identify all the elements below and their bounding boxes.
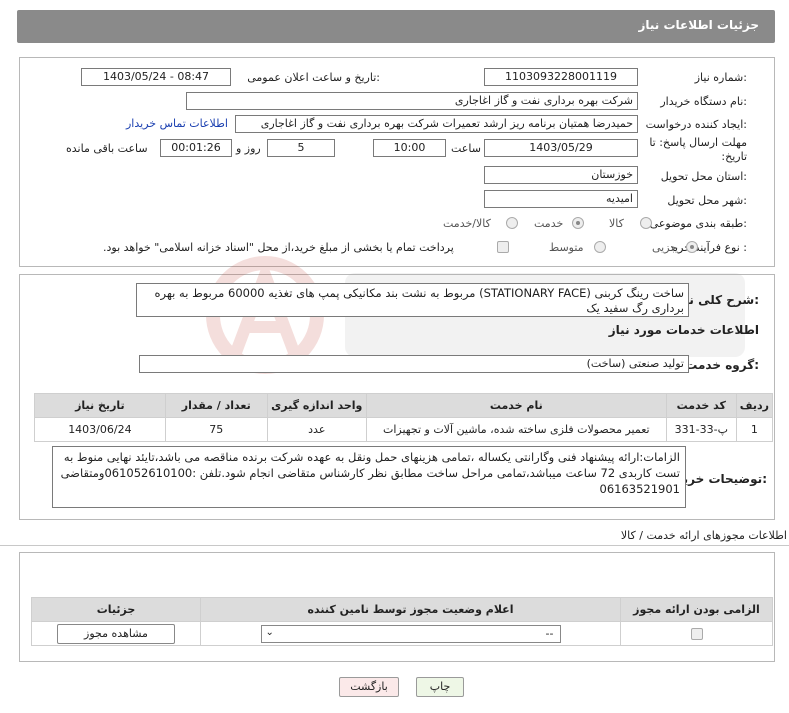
permits-table: الزامی بودن ارائه مجوز اعلام وضعیت مجوز … bbox=[31, 597, 773, 646]
cell-row: 1 bbox=[735, 417, 774, 442]
cell-quantity: 75 bbox=[164, 417, 268, 442]
permit-status-select[interactable]: -- ⌄ bbox=[260, 624, 561, 643]
buyer-notes-field: الزامات:ارائه پیشنهاد فنی وگارانتی یکسال… bbox=[52, 446, 686, 508]
permit-required-checkbox[interactable] bbox=[690, 628, 703, 640]
cell-need-date: 1403/06/24 bbox=[34, 417, 166, 442]
province-label: استان محل تحویل: bbox=[660, 170, 747, 183]
creator-label: ایجاد کننده درخواست: bbox=[645, 118, 747, 131]
buyer-contact-link[interactable]: اطلاعات تماس خریدار bbox=[126, 117, 228, 130]
deadline-date-field: 1403/05/29 bbox=[484, 139, 638, 157]
col-permit-status: اعلام وضعیت مجوز توسط نامین کننده bbox=[200, 597, 621, 622]
chevron-down-icon: ⌄ bbox=[265, 626, 274, 638]
remaining-time-field: 00:01:26 bbox=[160, 139, 232, 157]
service-group-field: تولید صنعتی (ساخت) bbox=[139, 355, 689, 373]
page-title: جزئیات اطلاعات نیاز bbox=[638, 18, 759, 32]
process-radio-partial[interactable] bbox=[686, 241, 698, 253]
col-quantity: تعداد / مقدار bbox=[164, 393, 268, 418]
process-option-partial: جزیی bbox=[652, 241, 678, 254]
permits-title: اطلاعات مجوزهای ارائه خدمت / کالا bbox=[620, 529, 787, 542]
cell-service-code: پ-33-331 bbox=[665, 417, 737, 442]
category-label: طبقه بندی موضوعی: bbox=[649, 217, 747, 230]
announce-field: 1403/05/24 - 08:47 bbox=[81, 68, 231, 86]
cell-permit-details: مشاهده مجوز bbox=[31, 621, 201, 646]
col-service-name: نام خدمت bbox=[365, 393, 667, 418]
days-label: روز و bbox=[236, 142, 261, 155]
col-service-code: کد خدمت bbox=[665, 393, 737, 418]
permit-status-value: -- bbox=[545, 626, 554, 640]
announce-label: تاریخ و ساعت اعلان عمومی: bbox=[247, 71, 380, 84]
services-table-header: ردیف کد خدمت نام خدمت واحد اندازه گیری ت… bbox=[34, 393, 774, 418]
cell-service-name: تعمیر محصولات فلزی ساخته شده، ماشین آلات… bbox=[365, 417, 667, 442]
category-radio-service[interactable] bbox=[572, 217, 584, 229]
services-table: ردیف کد خدمت نام خدمت واحد اندازه گیری ت… bbox=[34, 393, 774, 442]
creator-field: حمیدرضا همتیان برنامه ریز ارشد تعمیرات ش… bbox=[235, 115, 638, 133]
print-button[interactable]: چاپ bbox=[416, 677, 464, 697]
province-field: خوزستان bbox=[484, 166, 638, 184]
services-title: اطلاعات خدمات مورد نیاز bbox=[608, 323, 759, 337]
need-number-label: شماره نیاز: bbox=[694, 71, 747, 84]
cell-unit: عدد bbox=[266, 417, 367, 442]
treasury-checkbox[interactable] bbox=[497, 241, 509, 253]
permits-divider bbox=[0, 545, 789, 546]
description-field: ساخت رینگ کربنی (STATIONARY FACE) مربوط … bbox=[136, 283, 689, 317]
col-permit-details: جزئیات bbox=[31, 597, 201, 622]
cell-permit-required bbox=[620, 621, 773, 646]
need-number-field: 1103093228001119 bbox=[484, 68, 638, 86]
city-label: شهر محل تحویل: bbox=[667, 194, 747, 207]
buyer-label: نام دستگاه خریدار: bbox=[660, 95, 747, 108]
city-field: امیدیه bbox=[484, 190, 638, 208]
deadline-label: مهلت ارسال پاسخ: تا تاریخ: bbox=[649, 136, 747, 163]
service-group-label: گروه خدمت: bbox=[685, 358, 759, 372]
page-header: جزئیات اطلاعات نیاز bbox=[17, 10, 775, 43]
process-label: نوع فرآیند خرید : bbox=[669, 241, 747, 254]
category-option-goods: کالا bbox=[609, 217, 624, 230]
table-row: 1 پ-33-331 تعمیر محصولات فلزی ساخته شده،… bbox=[34, 417, 774, 442]
back-button[interactable]: بازگشت bbox=[339, 677, 399, 697]
process-radio-medium[interactable] bbox=[594, 241, 606, 253]
category-option-service: خدمت bbox=[534, 217, 564, 230]
col-need-date: تاریخ نیاز bbox=[34, 393, 166, 418]
permits-table-header: الزامی بودن ارائه مجوز اعلام وضعیت مجوز … bbox=[31, 597, 773, 622]
category-option-goods-service: کالا/خدمت bbox=[443, 217, 491, 230]
view-permit-button[interactable]: مشاهده مجوز bbox=[57, 623, 175, 644]
buyer-field: شرکت بهره برداری نفت و گاز اغاجاری bbox=[186, 92, 638, 110]
col-permit-required: الزامی بودن ارائه مجوز bbox=[620, 597, 773, 622]
services-grid: ردیف کد خدمت نام خدمت واحد اندازه گیری ت… bbox=[34, 393, 774, 442]
process-option-medium: متوسط bbox=[549, 241, 584, 254]
col-row: ردیف bbox=[735, 393, 774, 418]
category-radio-goods[interactable] bbox=[640, 217, 652, 229]
cell-permit-status: -- ⌄ bbox=[200, 621, 621, 646]
deadline-time-field: 10:00 bbox=[373, 139, 446, 157]
category-radio-goods-service[interactable] bbox=[506, 217, 518, 229]
permits-grid: الزامی بودن ارائه مجوز اعلام وضعیت مجوز … bbox=[31, 597, 773, 646]
deadline-time-label: ساعت bbox=[451, 142, 481, 155]
days-field: 5 bbox=[267, 139, 335, 157]
col-unit: واحد اندازه گیری bbox=[266, 393, 367, 418]
treasury-note: پرداخت تمام یا بخشی از مبلغ خرید،از محل … bbox=[103, 241, 454, 254]
remaining-label: ساعت باقی مانده bbox=[66, 142, 148, 155]
table-row: -- ⌄ مشاهده مجوز bbox=[31, 621, 773, 646]
